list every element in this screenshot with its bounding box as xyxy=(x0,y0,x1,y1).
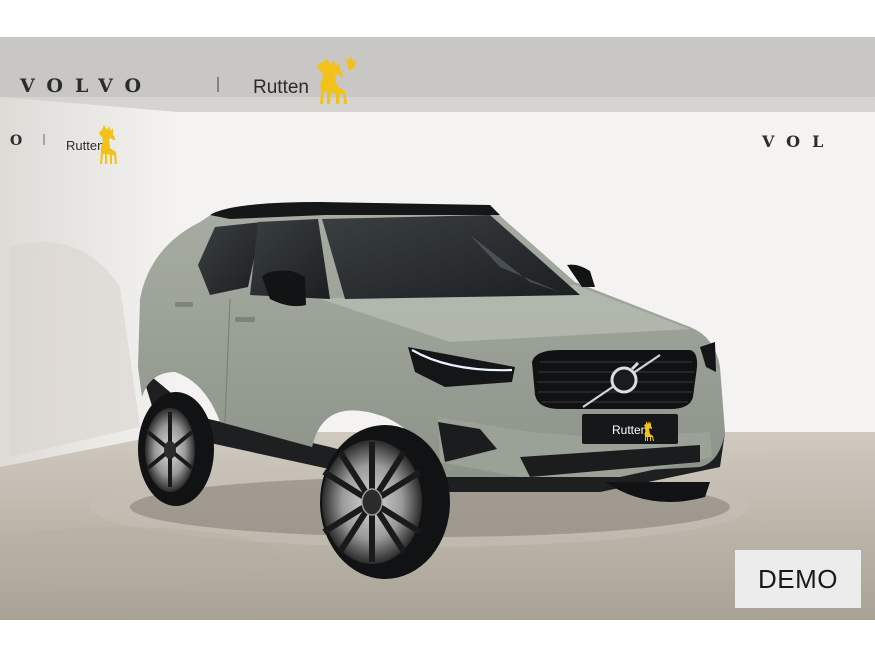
front-door-handle xyxy=(235,317,255,322)
demo-badge: DEMO xyxy=(735,550,861,608)
volvo-wordmark: VOLVO xyxy=(19,75,153,97)
dealer-wordmark: Rutten xyxy=(253,77,309,98)
rear-wheel xyxy=(138,392,214,506)
left-wall-brand: O xyxy=(10,133,22,149)
right-wall-brand: VOL xyxy=(761,132,835,151)
volvo-iron-mark-icon xyxy=(610,366,638,394)
rear-door-handle xyxy=(175,302,193,307)
front-wheel xyxy=(320,425,450,579)
license-plate-text: Rutten xyxy=(612,423,647,437)
left-wall-dealer: Rutten xyxy=(66,138,104,153)
car-photo-canvas: VOLVO Rutten O Rutten VOL Rutten xyxy=(0,37,875,620)
car-photo[interactable]: VOLVO Rutten O Rutten VOL Rutten xyxy=(0,37,875,620)
